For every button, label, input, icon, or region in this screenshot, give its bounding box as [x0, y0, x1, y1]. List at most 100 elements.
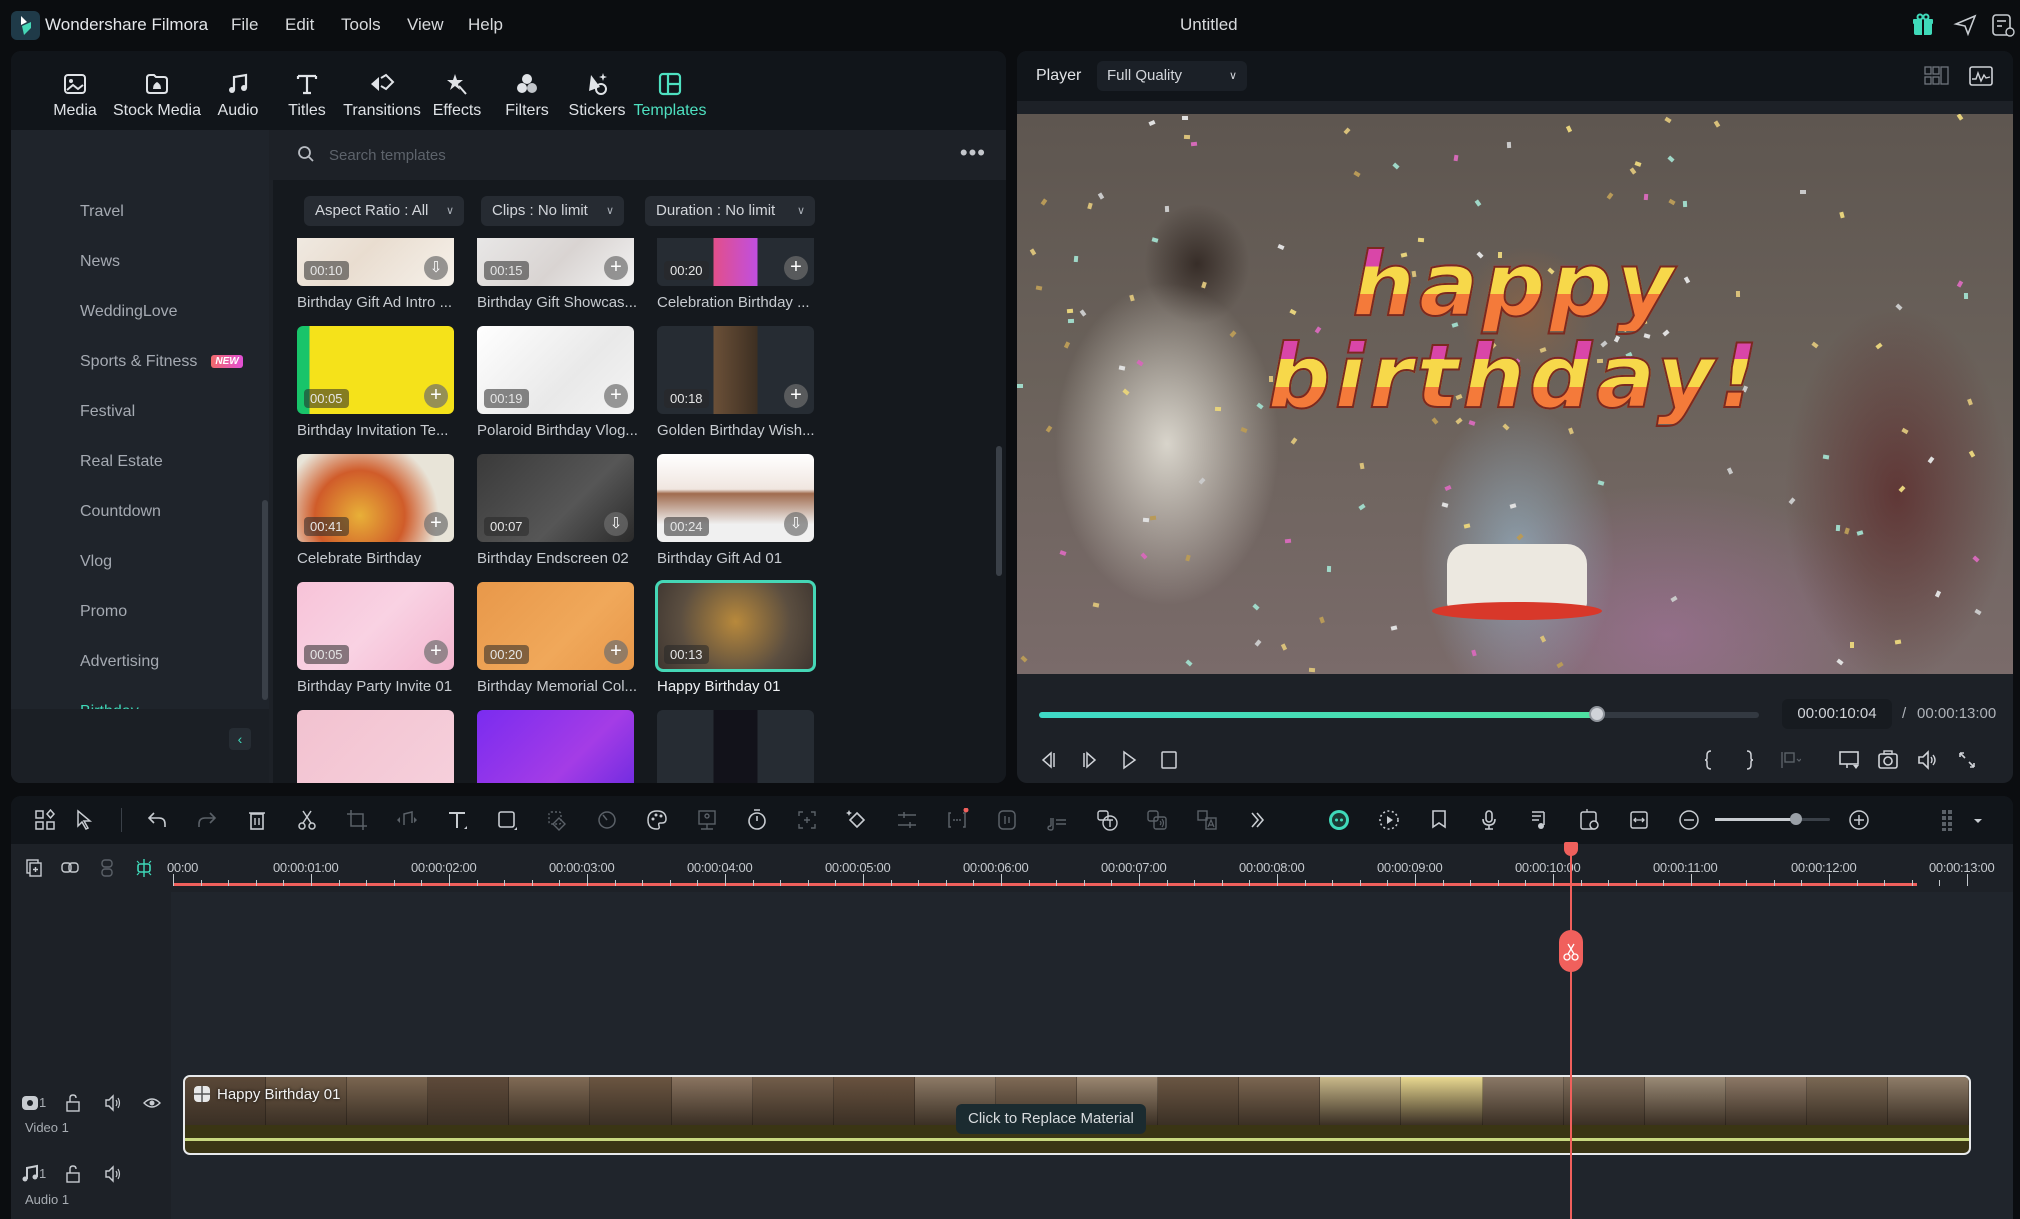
sidebar-scrollbar[interactable]: [262, 500, 268, 700]
category-news[interactable]: News: [80, 253, 120, 271]
task-list-icon[interactable]: [1990, 12, 2016, 38]
template-thumbnail[interactable]: 00:13: [655, 580, 816, 672]
silence-detect-icon[interactable]: [945, 808, 969, 832]
template-card[interactable]: 00:24 ⇩ Birthday Gift Ad 01: [657, 454, 814, 574]
add-template-icon[interactable]: +: [424, 512, 448, 536]
mute-icon[interactable]: [103, 1093, 123, 1113]
audio-waveform-icon[interactable]: [995, 808, 1019, 832]
template-thumbnail[interactable]: 00:10 ⇩: [297, 238, 454, 286]
template-card[interactable]: 00:18 + Golden Birthday Wish...: [657, 326, 815, 446]
template-thumbnail[interactable]: 00:15 +: [477, 238, 634, 286]
tab-titles[interactable]: Titles: [277, 70, 337, 120]
video-clip[interactable]: Happy Birthday 01 Click to Replace Mater…: [183, 1075, 1971, 1155]
audio-stretch-icon[interactable]: [395, 808, 419, 832]
playhead-line[interactable]: [1569, 851, 1572, 1219]
tab-stickers[interactable]: Stickers: [565, 70, 629, 120]
tab-filters[interactable]: Filters: [497, 70, 557, 120]
category-vlog[interactable]: Vlog: [80, 553, 112, 571]
menu-file[interactable]: File: [231, 15, 258, 35]
tab-media[interactable]: Media: [42, 70, 108, 120]
audio-ducking-icon[interactable]: [1527, 808, 1551, 832]
timeline-tracks[interactable]: Happy Birthday 01 Click to Replace Mater…: [171, 892, 2013, 1219]
menu-edit[interactable]: Edit: [285, 15, 314, 35]
picture-in-picture-icon[interactable]: [1577, 808, 1601, 832]
template-card[interactable]: 00:07 ⇩ Birthday Endscreen 02: [477, 454, 634, 574]
template-card[interactable]: [477, 710, 634, 783]
add-template-icon[interactable]: +: [604, 256, 628, 280]
next-frame-icon[interactable]: [1077, 748, 1101, 772]
template-card[interactable]: 00:05 + Birthday Party Invite 01: [297, 582, 454, 702]
current-time[interactable]: 00:00:10:04: [1782, 699, 1892, 729]
mute-icon[interactable]: [103, 1164, 123, 1184]
template-thumbnail[interactable]: 00:05 +: [297, 582, 454, 670]
template-card[interactable]: 00:10 ⇩ Birthday Gift Ad Intro ...: [297, 238, 454, 318]
link-icon[interactable]: [60, 858, 80, 878]
category-real-estate[interactable]: Real Estate: [80, 453, 163, 471]
keyframe-icon[interactable]: [845, 808, 869, 832]
marker-icon[interactable]: [1427, 808, 1451, 832]
template-thumbnail[interactable]: 00:05 +: [297, 326, 454, 414]
ai-copilot-icon[interactable]: [1327, 808, 1351, 832]
select-tool-icon[interactable]: [73, 808, 97, 832]
replace-material-button[interactable]: Click to Replace Material: [956, 1104, 1146, 1134]
template-thumbnail[interactable]: 00:07 ⇩: [477, 454, 634, 542]
more-options-button[interactable]: •••: [960, 140, 986, 166]
template-thumbnail[interactable]: 00:24 ⇩: [657, 454, 814, 542]
auto-reframe-icon[interactable]: [795, 808, 819, 832]
tab-effects[interactable]: Effects: [427, 70, 487, 120]
delete-icon[interactable]: [245, 808, 269, 832]
category-promo[interactable]: Promo: [80, 603, 127, 621]
template-card[interactable]: [657, 710, 814, 783]
template-thumbnail[interactable]: [657, 710, 814, 783]
tab-templates[interactable]: Templates: [633, 70, 707, 120]
send-feedback-icon[interactable]: [1953, 12, 1979, 38]
template-grid-scrollbar[interactable]: [996, 446, 1002, 576]
layout-icon[interactable]: [33, 808, 57, 832]
adjust-icon[interactable]: [895, 808, 919, 832]
category-sports-fitness[interactable]: Sports & Fitness NEW: [80, 353, 243, 371]
add-template-icon[interactable]: +: [604, 384, 628, 408]
aspect-ratio-filter[interactable]: Aspect Ratio : All ∨: [304, 196, 464, 226]
template-thumbnail[interactable]: 00:20 +: [657, 238, 814, 286]
snapshot-icon[interactable]: [1876, 748, 1900, 772]
fit-timeline-icon[interactable]: [1627, 808, 1651, 832]
display-settings-icon[interactable]: [1837, 748, 1861, 772]
timer-icon[interactable]: [745, 808, 769, 832]
zoom-out-icon[interactable]: [1677, 808, 1701, 832]
template-card[interactable]: 00:20 + Birthday Memorial Col...: [477, 582, 637, 702]
volume-icon[interactable]: [1915, 748, 1939, 772]
cut-icon[interactable]: [295, 808, 319, 832]
search-input[interactable]: [329, 142, 889, 168]
tab-audio[interactable]: Audio: [208, 70, 268, 120]
category-weddinglove[interactable]: WeddingLove: [80, 303, 178, 321]
green-screen-icon[interactable]: [695, 808, 719, 832]
text-to-speech-icon[interactable]: [1095, 808, 1119, 832]
template-card[interactable]: 00:05 + Birthday Invitation Te...: [297, 326, 454, 446]
scopes-icon[interactable]: [1968, 64, 1994, 88]
template-card[interactable]: 00:15 + Birthday Gift Showcas...: [477, 238, 637, 318]
mark-out-icon[interactable]: [1737, 748, 1761, 772]
template-card[interactable]: 00:19 + Polaroid Birthday Vlog...: [477, 326, 638, 446]
speech-to-text-icon[interactable]: [1145, 808, 1169, 832]
timeline-zoom-handle[interactable]: [1789, 813, 1802, 825]
menu-view[interactable]: View: [407, 15, 444, 35]
category-countdown[interactable]: Countdown: [80, 503, 161, 521]
split-at-playhead-button[interactable]: [1558, 930, 1583, 972]
mark-in-icon[interactable]: [1697, 748, 1721, 772]
add-template-icon[interactable]: +: [424, 384, 448, 408]
insert-clip-icon[interactable]: [1777, 748, 1801, 772]
lock-icon[interactable]: [63, 1093, 83, 1113]
crop-icon[interactable]: [345, 808, 369, 832]
template-card[interactable]: 00:13 Happy Birthday 01: [655, 580, 816, 702]
template-thumbnail[interactable]: 00:41 +: [297, 454, 454, 542]
stop-icon[interactable]: [1157, 748, 1181, 772]
lock-icon[interactable]: [63, 1164, 83, 1184]
translate-icon[interactable]: [1195, 808, 1219, 832]
download-template-icon[interactable]: ⇩: [784, 512, 808, 536]
tab-stock-media[interactable]: Stock Media: [102, 70, 212, 120]
zoom-in-icon[interactable]: [1847, 808, 1871, 832]
timeline-view-options-icon[interactable]: [1936, 808, 1960, 832]
menu-tools[interactable]: Tools: [341, 15, 381, 35]
add-template-icon[interactable]: +: [784, 256, 808, 280]
download-template-icon[interactable]: ⇩: [424, 256, 448, 280]
